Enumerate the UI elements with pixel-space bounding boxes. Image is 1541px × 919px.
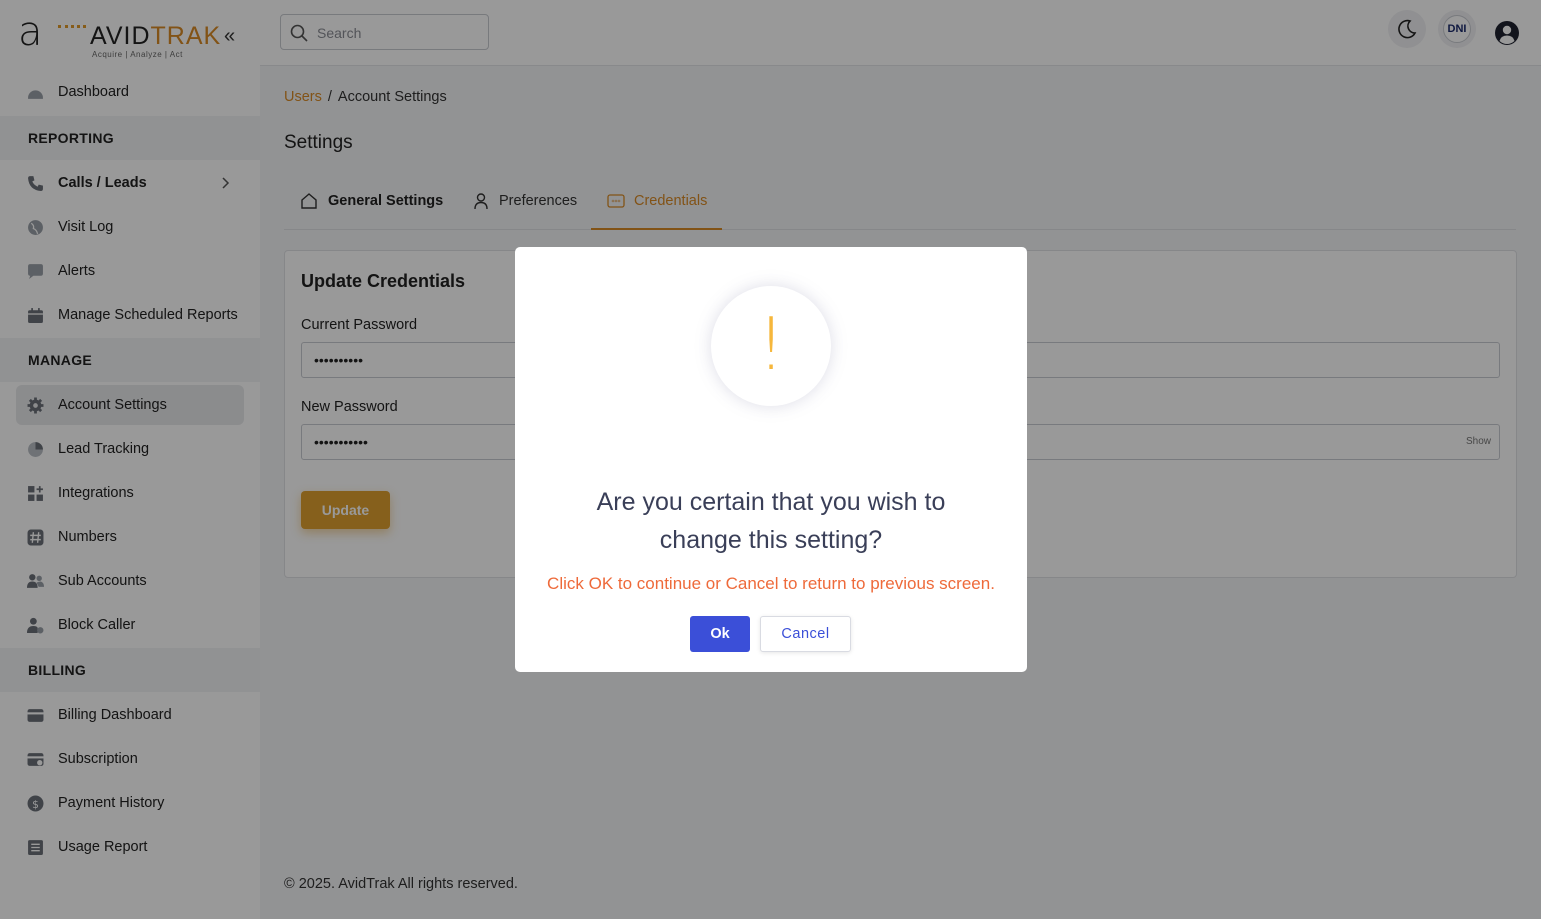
dialog-title: Are you certain that you wish to change … bbox=[515, 483, 1027, 559]
confirm-dialog: ! Are you certain that you wish to chang… bbox=[515, 247, 1027, 672]
dialog-title-line2: change this setting? bbox=[659, 526, 883, 554]
warning-icon: ! bbox=[711, 286, 831, 406]
cancel-button[interactable]: Cancel bbox=[760, 616, 851, 652]
ok-button[interactable]: Ok bbox=[690, 616, 750, 652]
dialog-message: Click OK to continue or Cancel to return… bbox=[547, 574, 995, 593]
dialog-title-line1: Are you certain that you wish to bbox=[596, 488, 946, 516]
warning-glyph: ! bbox=[756, 302, 786, 386]
